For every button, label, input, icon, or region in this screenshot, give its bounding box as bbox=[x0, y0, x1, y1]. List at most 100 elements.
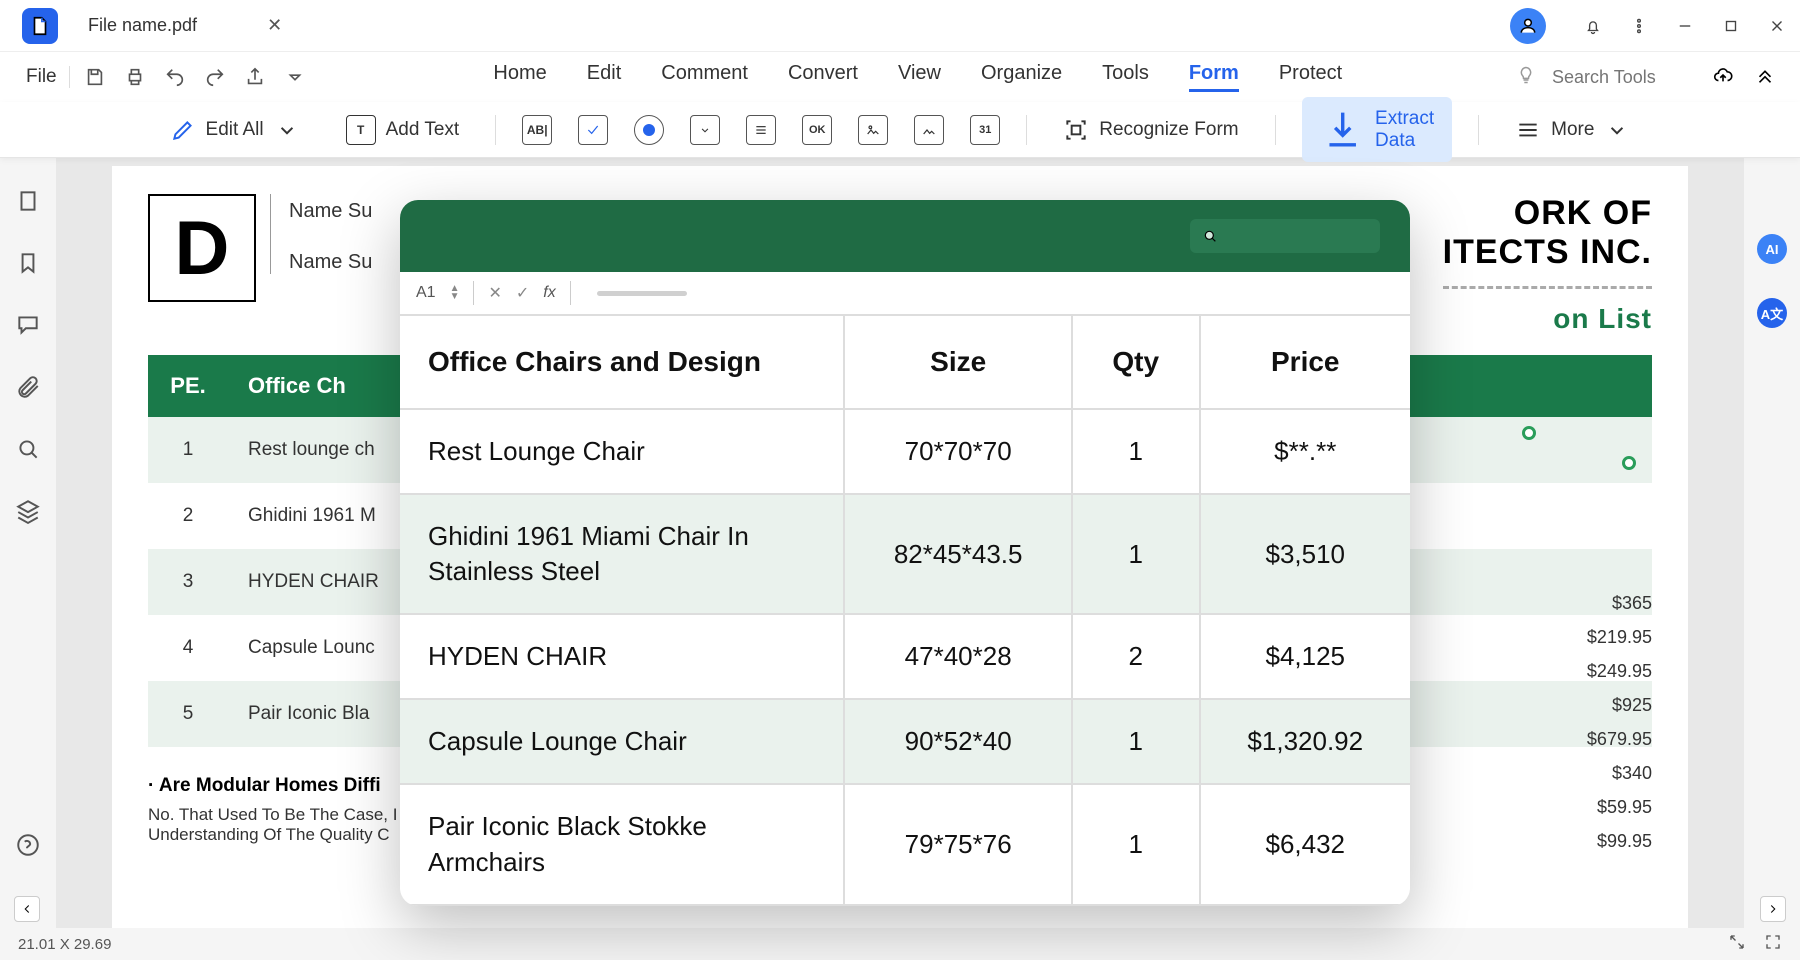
col-qty: Qty bbox=[1072, 316, 1200, 409]
search-tools-input[interactable] bbox=[1552, 67, 1712, 88]
bookmarks-icon[interactable] bbox=[15, 250, 41, 276]
title-bar: File name.pdf ✕ bbox=[0, 0, 1800, 52]
cell-stepper-icon[interactable]: ▲▼ bbox=[450, 285, 460, 301]
more-button[interactable]: More bbox=[1505, 111, 1640, 149]
tab-form[interactable]: Form bbox=[1189, 62, 1239, 92]
fx-icon[interactable]: fx bbox=[543, 284, 555, 302]
add-text-button[interactable]: T Add Text bbox=[336, 109, 470, 151]
col-size: Size bbox=[844, 316, 1072, 409]
field-name-2: Name Su bbox=[289, 251, 372, 274]
col-name: Office Chairs and Design bbox=[400, 316, 844, 409]
cell-reference[interactable]: A1 bbox=[416, 284, 436, 302]
redo-icon[interactable] bbox=[204, 66, 226, 88]
dropdown-icon[interactable] bbox=[284, 66, 306, 88]
radio-icon[interactable] bbox=[634, 115, 664, 145]
share-icon[interactable] bbox=[244, 66, 266, 88]
tab-comment[interactable]: Comment bbox=[661, 62, 748, 92]
formula-input[interactable] bbox=[597, 291, 687, 296]
app-logo-icon bbox=[22, 8, 58, 44]
more-label: More bbox=[1551, 119, 1594, 141]
prev-page-icon[interactable] bbox=[14, 896, 40, 922]
tab-home[interactable]: Home bbox=[493, 62, 546, 92]
tab-edit[interactable]: Edit bbox=[587, 62, 621, 92]
save-icon[interactable] bbox=[84, 66, 106, 88]
edit-all-label: Edit All bbox=[206, 119, 264, 141]
print-icon[interactable] bbox=[124, 66, 146, 88]
table-row[interactable]: Rest Lounge Chair70*70*701$**.** bbox=[400, 409, 1410, 494]
right-sidebar: AI A文 bbox=[1744, 158, 1800, 928]
tab-organize[interactable]: Organize bbox=[981, 62, 1062, 92]
layers-icon[interactable] bbox=[15, 498, 41, 524]
signature-field-icon[interactable] bbox=[914, 115, 944, 145]
search-panel-icon[interactable] bbox=[15, 436, 41, 462]
cancel-formula-icon[interactable]: ✕ bbox=[488, 283, 501, 303]
bell-icon[interactable] bbox=[1570, 3, 1616, 49]
tab-protect[interactable]: Protect bbox=[1279, 62, 1342, 92]
lightbulb-icon bbox=[1516, 65, 1536, 90]
checkbox-icon[interactable] bbox=[578, 115, 608, 145]
undo-icon[interactable] bbox=[164, 66, 186, 88]
thumbnails-icon[interactable] bbox=[15, 188, 41, 214]
collapse-ribbon-icon[interactable] bbox=[1754, 64, 1776, 91]
form-toolbar: Edit All T Add Text AB| OK 31 Recognize … bbox=[0, 102, 1800, 158]
attachments-icon[interactable] bbox=[15, 374, 41, 400]
overlay-search[interactable] bbox=[1190, 219, 1380, 253]
add-text-label: Add Text bbox=[386, 119, 460, 141]
translate-badge-icon[interactable]: A文 bbox=[1757, 298, 1787, 328]
tab-tools[interactable]: Tools bbox=[1102, 62, 1149, 92]
divider bbox=[1478, 115, 1479, 145]
table-row[interactable]: HYDEN CHAIR47*40*282$4,125 bbox=[400, 614, 1410, 699]
tab-convert[interactable]: Convert bbox=[788, 62, 858, 92]
close-window-icon[interactable] bbox=[1754, 3, 1800, 49]
mini-chart bbox=[1452, 386, 1652, 586]
main-tabs: Home Edit Comment Convert View Organize … bbox=[320, 62, 1516, 92]
extract-data-button[interactable]: Extract Data bbox=[1302, 97, 1453, 162]
user-avatar-icon[interactable] bbox=[1510, 8, 1546, 44]
search-icon bbox=[1202, 228, 1218, 244]
minimize-icon[interactable] bbox=[1662, 3, 1708, 49]
overlay-titlebar bbox=[400, 200, 1410, 272]
doc-logo: D bbox=[148, 194, 256, 302]
file-menu[interactable]: File bbox=[14, 66, 70, 88]
divider bbox=[1026, 115, 1027, 145]
table-row[interactable]: Ghidini 1961 Miami Chair In Stainless St… bbox=[400, 494, 1410, 614]
price-list: $365$219.95$249.95$925$679.95$340$59.95$… bbox=[1587, 586, 1652, 858]
fullscreen-icon[interactable] bbox=[1764, 933, 1782, 955]
tab-filename: File name.pdf bbox=[88, 15, 197, 36]
text-field-icon[interactable]: AB| bbox=[522, 115, 552, 145]
edit-all-button[interactable]: Edit All bbox=[160, 111, 310, 149]
listbox-icon[interactable] bbox=[746, 115, 776, 145]
col-price: Price bbox=[1200, 316, 1410, 409]
recognize-form-label: Recognize Form bbox=[1099, 119, 1238, 141]
date-field-icon[interactable]: 31 bbox=[970, 115, 1000, 145]
fit-width-icon[interactable] bbox=[1728, 933, 1746, 955]
maximize-icon[interactable] bbox=[1708, 3, 1754, 49]
next-page-icon[interactable] bbox=[1760, 896, 1786, 922]
left-sidebar bbox=[0, 158, 56, 928]
divider bbox=[1275, 115, 1276, 145]
close-tab-icon[interactable]: ✕ bbox=[267, 15, 282, 36]
formula-bar[interactable]: A1 ▲▼ ✕ ✓ fx bbox=[400, 272, 1410, 316]
kebab-menu-icon[interactable] bbox=[1616, 3, 1662, 49]
table-row[interactable]: Pair Iconic Black Stokke Armchairs79*75*… bbox=[400, 784, 1410, 904]
tab-view[interactable]: View bbox=[898, 62, 941, 92]
menu-bar: File Home Edit Comment Convert View Orga… bbox=[0, 52, 1800, 102]
button-field-icon[interactable]: OK bbox=[802, 115, 832, 145]
recognize-form-button[interactable]: Recognize Form bbox=[1053, 111, 1248, 149]
field-name-1: Name Su bbox=[289, 200, 372, 223]
help-icon[interactable] bbox=[15, 832, 41, 858]
image-field-icon[interactable] bbox=[858, 115, 888, 145]
document-tab[interactable]: File name.pdf ✕ bbox=[88, 15, 282, 36]
extracted-table: Office Chairs and Design Size Qty Price … bbox=[400, 316, 1410, 906]
accept-formula-icon[interactable]: ✓ bbox=[516, 283, 529, 303]
ai-badge-icon[interactable]: AI bbox=[1757, 234, 1787, 264]
search-tools[interactable] bbox=[1516, 65, 1712, 90]
extract-data-label: Extract Data bbox=[1375, 108, 1434, 152]
page-dimensions: 21.01 X 29.69 bbox=[18, 936, 111, 953]
table-row[interactable]: Capsule Lounge Chair90*52*401$1,320.92 bbox=[400, 699, 1410, 784]
dropdown-field-icon[interactable] bbox=[690, 115, 720, 145]
status-bar: 21.01 X 29.69 bbox=[0, 928, 1800, 960]
cloud-upload-icon[interactable] bbox=[1712, 64, 1734, 91]
comments-icon[interactable] bbox=[15, 312, 41, 338]
divider bbox=[495, 115, 496, 145]
